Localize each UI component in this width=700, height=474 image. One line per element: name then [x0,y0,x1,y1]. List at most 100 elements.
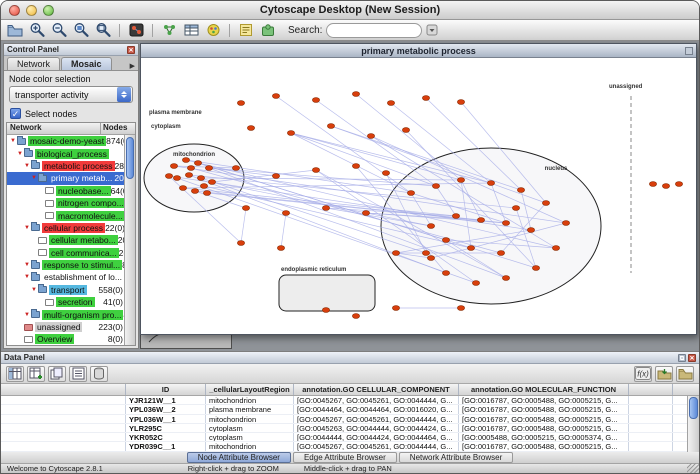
tree-scrollbar[interactable] [124,135,135,345]
expand-arrow-icon[interactable]: ▼ [23,274,31,280]
table-cell[interactable]: cytoplasm [206,424,294,432]
minimize-window-button[interactable] [26,5,37,16]
network-node[interactable] [312,98,319,103]
tree-item-establishment-of-lo[interactable]: ▼establishment of lo...558(0) [7,271,124,283]
tree-item-unassigned[interactable]: unassigned223(0) [7,321,124,333]
search-options-icon[interactable] [422,21,442,39]
tree-item-mosaic-demo-yeast[interactable]: ▼mosaic-demo-yeast874(0) [7,135,124,147]
zoom-in-icon[interactable] [27,21,47,39]
network-node[interactable] [352,92,359,97]
table-cell[interactable] [1,415,126,423]
network-node[interactable] [272,174,279,179]
network-node[interactable] [422,96,429,101]
tab-node-attribute-browser[interactable]: Node Attribute Browser [187,452,291,463]
tree-item-cellular-metabo[interactable]: cellular metabo...209(0) [7,234,124,246]
table-cell[interactable]: [GO:0045267, GO:0045261, GO:0044444, G..… [294,442,459,450]
network-node[interactable] [367,134,374,139]
network-node[interactable] [191,189,198,194]
control-panel-header[interactable]: Control Panel ✕ [4,44,138,56]
attr-copy-icon[interactable] [48,366,66,382]
network-node[interactable] [502,276,509,281]
tree-header-network[interactable]: Network [7,123,101,134]
tree-item-nitrogen-compo[interactable]: nitrogen compo...46(0) [7,197,124,209]
tab-network-attribute-browser[interactable]: Network Attribute Browser [399,452,513,463]
network-node[interactable] [402,128,409,133]
network-node[interactable] [457,178,464,183]
tree-item-secretion[interactable]: secretion41(0) [7,296,124,308]
network-node[interactable] [472,281,479,286]
table-cell[interactable]: mitochondrion [206,415,294,423]
network-node[interactable] [232,166,239,171]
network-node[interactable] [527,228,534,233]
table-cell[interactable] [1,433,126,441]
network-node[interactable] [427,224,434,229]
network-node[interactable] [497,251,504,256]
cell-id[interactable]: YDR039C__1 [126,442,206,450]
node-color-dropdown[interactable]: transporter activity [9,86,133,103]
network-node[interactable] [457,306,464,311]
cell-id[interactable]: YKR052C [126,433,206,441]
network-node[interactable] [205,166,212,171]
table-cell[interactable]: [GO:0016787, GO:0005488, GO:0005215, G..… [459,396,629,404]
attr-select-icon[interactable] [6,366,24,382]
import-attributes-icon[interactable] [181,21,201,39]
close-frame-icon[interactable] [685,47,693,55]
table-cell[interactable]: [GO:0045267, GO:0045261, GO:0044444, G..… [294,415,459,423]
dropdown-arrows-icon[interactable] [117,87,131,102]
close-window-button[interactable] [9,5,20,16]
network-node[interactable] [327,124,334,129]
attr-delete-icon[interactable] [90,366,108,382]
expand-arrow-icon[interactable]: ▼ [30,287,38,293]
network-node[interactable] [407,191,414,196]
open-session-icon[interactable] [5,21,25,39]
tree-item-macromolecule[interactable]: macromolecule...311(1) [7,209,124,221]
network-edge[interactable] [291,133,436,186]
network-node[interactable] [187,166,194,171]
network-node[interactable] [552,246,559,251]
tree-item-nucleobase[interactable]: nucleobase...64(0) [7,185,124,197]
expand-arrow-icon[interactable]: ▼ [23,163,31,169]
table-cell[interactable] [629,415,673,423]
network-node[interactable] [387,101,394,106]
table-cell[interactable] [1,442,126,450]
network-node[interactable] [247,126,254,131]
table-cell[interactable]: cytoplasm [206,433,294,441]
network-node[interactable] [477,218,484,223]
expand-arrow-icon[interactable]: ▼ [23,225,31,231]
table-cell[interactable]: [GO:0016787, GO:0005488, GO:0005215, G..… [459,442,629,450]
table-cell[interactable] [629,424,673,432]
cell-id[interactable]: YLR295C [126,424,206,432]
import-network-icon[interactable] [159,21,179,39]
network-view-title[interactable]: primary metabolic process [141,44,696,58]
network-node[interactable] [322,308,329,313]
network-node[interactable] [242,206,249,211]
expand-arrow-icon[interactable]: ▼ [30,175,38,181]
column-header-annotation-go-molecular-function[interactable]: annotation.GO MOLECULAR_FUNCTION [459,384,629,395]
import-table-icon[interactable] [655,366,673,382]
column-header-annotation-go-cellular-component[interactable]: annotation.GO CELLULAR_COMPONENT [294,384,459,395]
network-node[interactable] [562,221,569,226]
data-panel-header[interactable]: Data Panel ⧉ ✕ [1,352,699,364]
tree-item-cell-communica[interactable]: cell communica...2(0) [7,247,124,259]
network-node[interactable] [179,186,186,191]
network-node[interactable] [237,241,244,246]
tab-network[interactable]: Network [7,57,60,70]
network-node[interactable] [392,251,399,256]
network-node[interactable] [512,206,519,211]
zoom-window-button[interactable] [43,5,54,16]
table-cell[interactable]: [GO:0044464, GO:0044464, GO:0016020, G..… [294,405,459,413]
network-node[interactable] [542,201,549,206]
network-node[interactable] [282,211,289,216]
expand-arrow-icon[interactable]: ▼ [9,138,17,144]
network-node[interactable] [662,184,669,189]
tree-header-nodes[interactable]: Nodes [101,123,135,134]
network-node[interactable] [170,164,177,169]
close-panel-icon[interactable]: ✕ [127,46,135,54]
network-node[interactable] [237,101,244,106]
tab-overflow-icon[interactable]: ▶ [130,62,135,70]
tree-item-cellular-process[interactable]: ▼cellular process22(0) [7,222,124,234]
table-cell[interactable] [629,396,673,404]
network-node[interactable] [197,176,204,181]
expand-arrow-icon[interactable]: ▼ [23,312,31,318]
table-cell[interactable]: [GO:0016787, GO:0005488, GO:0005215, G..… [459,424,629,432]
